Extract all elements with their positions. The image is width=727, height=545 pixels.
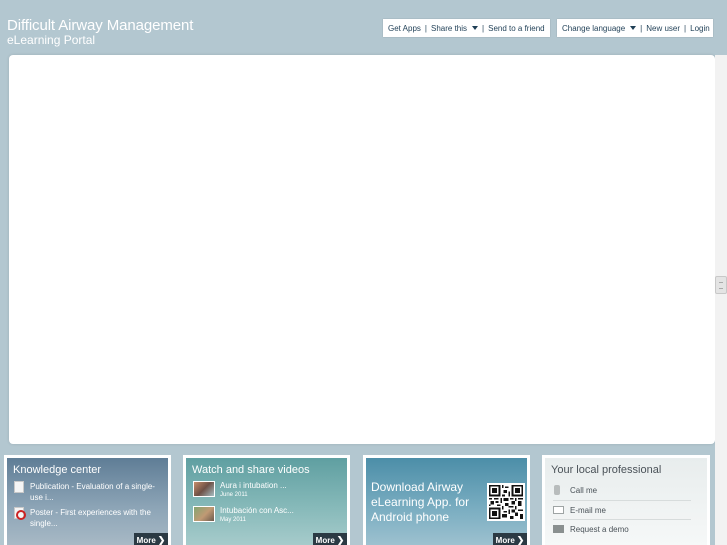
- videos-more-button[interactable]: More ❯: [313, 533, 347, 545]
- call-me-label: Call me: [570, 485, 598, 495]
- local-professional-card: Your local professional Call me E-mail m…: [542, 455, 710, 545]
- chevron-right-icon: ❯: [336, 534, 345, 545]
- site-title-main: Difficult Airway Management: [7, 17, 194, 34]
- pdf-icon: [14, 507, 26, 520]
- change-language-dropdown[interactable]: Change language: [562, 23, 637, 33]
- download-app-text: Download Airway eLearning App. for Andro…: [371, 480, 470, 524]
- video-item[interactable]: Intubación con Asc... May 2011: [193, 506, 294, 524]
- email-me-link[interactable]: E-mail me: [553, 500, 691, 520]
- get-apps-link[interactable]: Get Apps: [388, 24, 421, 33]
- videos-title: Watch and share videos: [192, 464, 310, 476]
- video-title: Aura i intubation ...: [220, 481, 287, 490]
- video-title: Intubación con Asc...: [220, 506, 294, 515]
- video-date: June 2011: [220, 492, 248, 498]
- app-more-button[interactable]: More ❯: [493, 533, 527, 545]
- demo-icon: [553, 525, 564, 533]
- toolbar-separator: |: [482, 23, 485, 33]
- login-link[interactable]: Login: [690, 24, 710, 33]
- send-to-friend-link[interactable]: Send to a friend: [488, 24, 544, 33]
- knowledge-more-button[interactable]: More ❯: [134, 533, 168, 545]
- scrollbar-thumb[interactable]: [715, 276, 727, 294]
- chevron-right-icon: ❯: [516, 534, 525, 545]
- share-this-dropdown[interactable]: Share this: [431, 23, 479, 33]
- knowledge-item-text: Poster - First experiences with the sing…: [30, 508, 151, 528]
- video-thumbnail: [193, 481, 215, 497]
- toolbar-separator: |: [640, 23, 643, 33]
- request-demo-label: Request a demo: [570, 524, 629, 534]
- document-icon: [14, 481, 24, 493]
- video-thumbnail: [193, 506, 215, 522]
- knowledge-item-text: Publication - Evaluation of a single-use…: [30, 482, 155, 502]
- qr-code-icon: [487, 483, 525, 521]
- main-content-panel: [9, 55, 715, 444]
- download-app-card[interactable]: Download Airway eLearning App. for Andro…: [363, 455, 530, 545]
- new-user-link[interactable]: New user: [646, 24, 680, 33]
- mail-icon: [553, 506, 564, 514]
- request-demo-link[interactable]: Request a demo: [553, 519, 691, 539]
- more-label: More: [315, 535, 335, 545]
- knowledge-center-title: Knowledge center: [13, 464, 102, 476]
- more-label: More: [136, 535, 156, 545]
- site-title: Difficult Airway Management eLearning Po…: [7, 17, 193, 47]
- video-item[interactable]: Aura i intubation ... June 2011: [193, 481, 287, 499]
- more-label: More: [495, 535, 515, 545]
- knowledge-center-card: Knowledge center Publication - Evaluatio…: [4, 455, 171, 545]
- video-date: May 2011: [220, 517, 246, 523]
- toolbar-separator: |: [424, 23, 427, 33]
- share-this-label: Share this: [431, 23, 468, 33]
- videos-card: Watch and share videos Aura i intubation…: [183, 455, 350, 545]
- local-professional-title: Your local professional: [551, 464, 662, 476]
- phone-icon: [554, 485, 560, 495]
- email-me-label: E-mail me: [570, 505, 607, 515]
- toolbar-separator: |: [684, 23, 687, 33]
- chevron-right-icon: ❯: [157, 534, 166, 545]
- chevron-down-icon: [472, 26, 479, 30]
- page-scrollbar[interactable]: [715, 55, 727, 545]
- knowledge-item[interactable]: Poster - First experiences with the sing…: [14, 507, 164, 529]
- change-language-label: Change language: [562, 23, 626, 33]
- top-toolbar-left: Get Apps | Share this | Send to a friend: [383, 19, 550, 37]
- knowledge-item[interactable]: Publication - Evaluation of a single-use…: [14, 481, 164, 503]
- call-me-link[interactable]: Call me: [553, 480, 691, 500]
- site-subtitle: eLearning Portal: [7, 33, 96, 47]
- chevron-down-icon: [630, 26, 637, 30]
- top-toolbar-right: Change language | New user | Login: [557, 19, 713, 37]
